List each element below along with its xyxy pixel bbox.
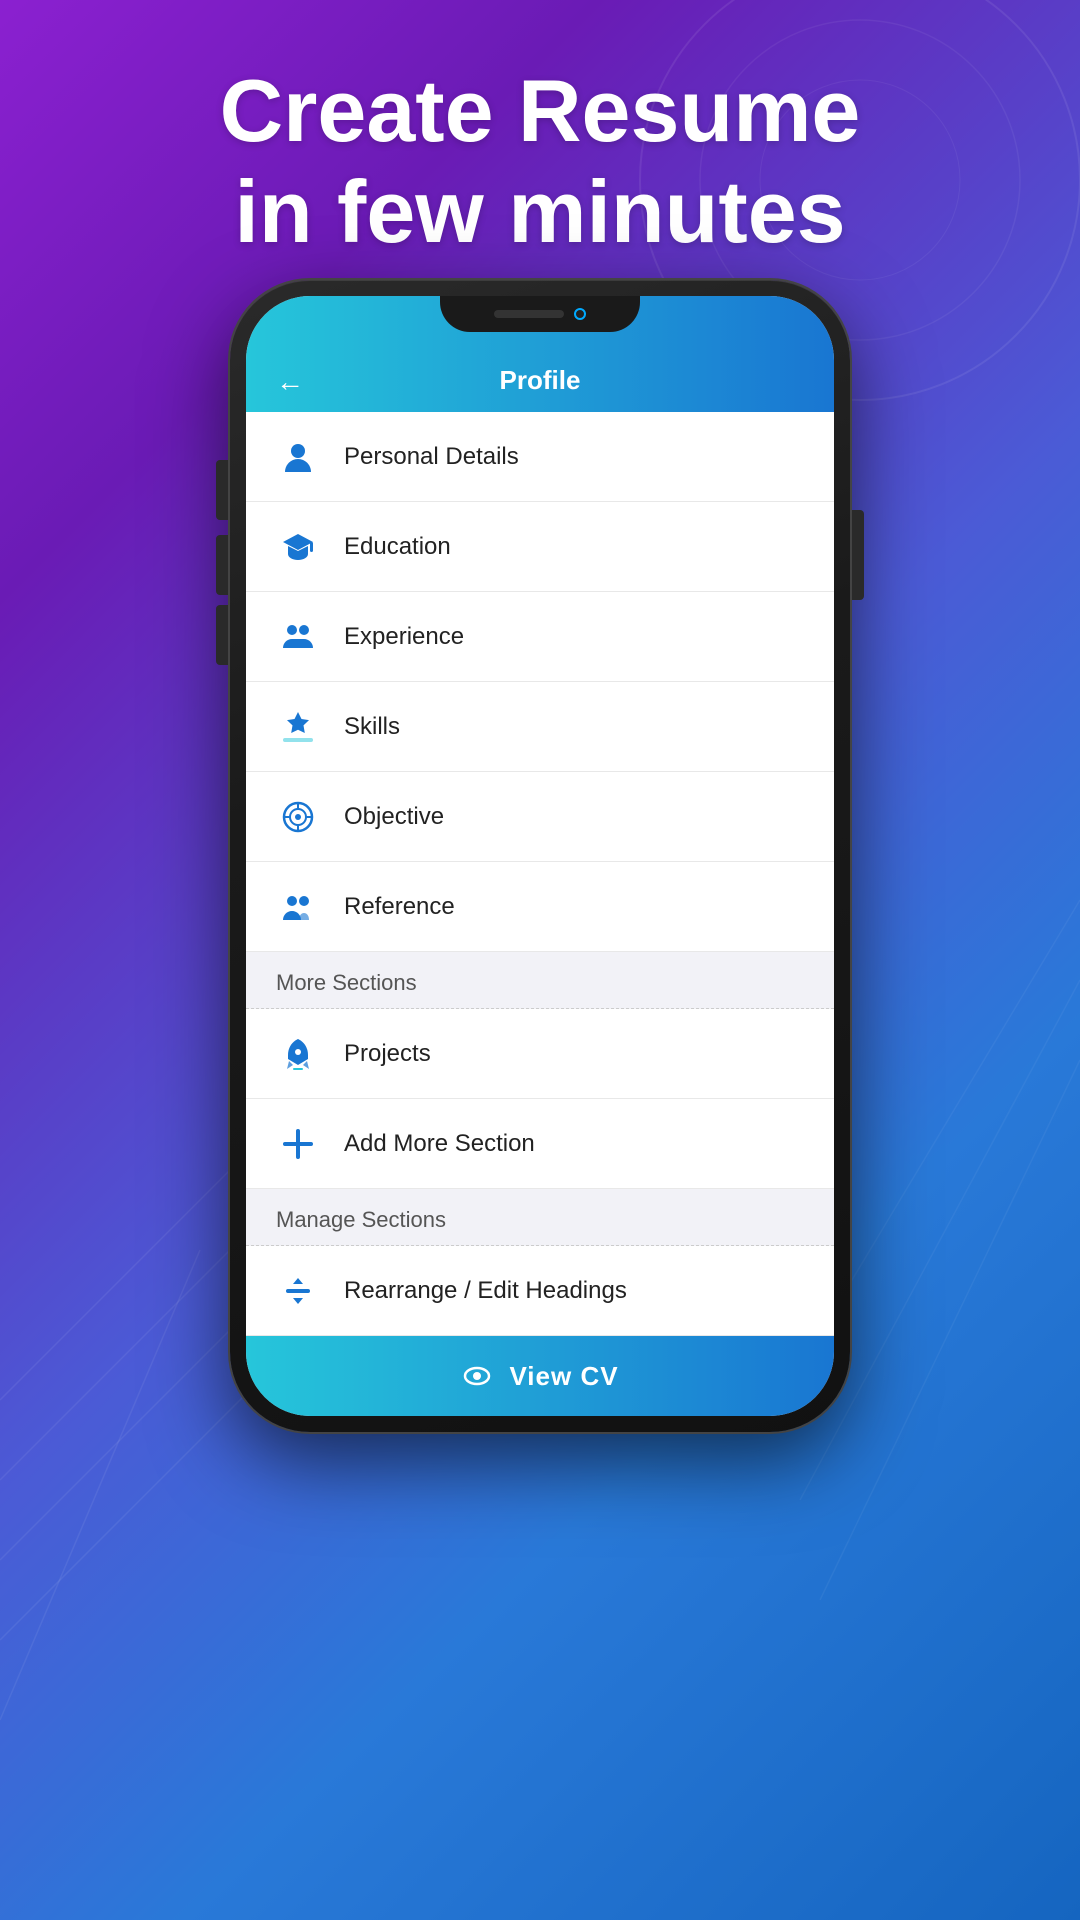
menu-item-objective[interactable]: Objective <box>246 772 834 862</box>
menu-label-skills: Skills <box>344 713 400 741</box>
menu-label-objective: Objective <box>344 803 444 831</box>
person-icon <box>276 435 320 479</box>
menu-item-skills[interactable]: Skills <box>246 682 834 772</box>
menu-item-projects[interactable]: Projects <box>246 1009 834 1099</box>
front-camera <box>574 308 586 320</box>
skills-icon <box>276 705 320 749</box>
hero-section: Create Resume in few minutes <box>0 60 1080 262</box>
hero-title: Create Resume in few minutes <box>60 60 1020 262</box>
app-header: ← Profile <box>246 332 834 412</box>
menu-item-rearrange-edit[interactable]: Rearrange / Edit Headings <box>246 1246 834 1336</box>
menu-item-add-more-section[interactable]: Add More Section <box>246 1099 834 1189</box>
rocket-icon <box>276 1032 320 1076</box>
objective-icon <box>276 795 320 839</box>
menu-label-education: Education <box>344 533 451 561</box>
phone-notch <box>440 296 640 332</box>
menu-item-reference[interactable]: Reference <box>246 862 834 952</box>
rearrange-icon <box>276 1269 320 1313</box>
reference-icon <box>276 885 320 929</box>
menu-label-personal-details: Personal Details <box>344 443 519 471</box>
experience-icon <box>276 615 320 659</box>
menu-label-rearrange-edit: Rearrange / Edit Headings <box>344 1277 627 1305</box>
menu-item-experience[interactable]: Experience <box>246 592 834 682</box>
menu-label-add-more-section: Add More Section <box>344 1130 535 1158</box>
education-icon <box>276 525 320 569</box>
phone-mockup: ← Profile Personal Details <box>230 280 850 1432</box>
header-title: Profile <box>324 365 756 396</box>
view-cv-label: View CV <box>509 1361 618 1392</box>
manage-sections-label: Manage Sections <box>276 1207 804 1233</box>
view-cv-button[interactable]: View CV <box>246 1336 834 1416</box>
menu-label-experience: Experience <box>344 623 464 651</box>
back-button[interactable]: ← <box>276 368 304 396</box>
menu-content: Personal Details Education <box>246 412 834 1336</box>
more-sections-header: More Sections <box>246 952 834 1009</box>
manage-sections-header: Manage Sections <box>246 1189 834 1246</box>
menu-item-education[interactable]: Education <box>246 502 834 592</box>
menu-item-personal-details[interactable]: Personal Details <box>246 412 834 502</box>
menu-label-reference: Reference <box>344 893 455 921</box>
plus-icon <box>276 1122 320 1166</box>
speaker-grille <box>494 310 564 318</box>
menu-label-projects: Projects <box>344 1040 431 1068</box>
eye-icon <box>461 1360 493 1392</box>
more-sections-label: More Sections <box>276 970 804 996</box>
